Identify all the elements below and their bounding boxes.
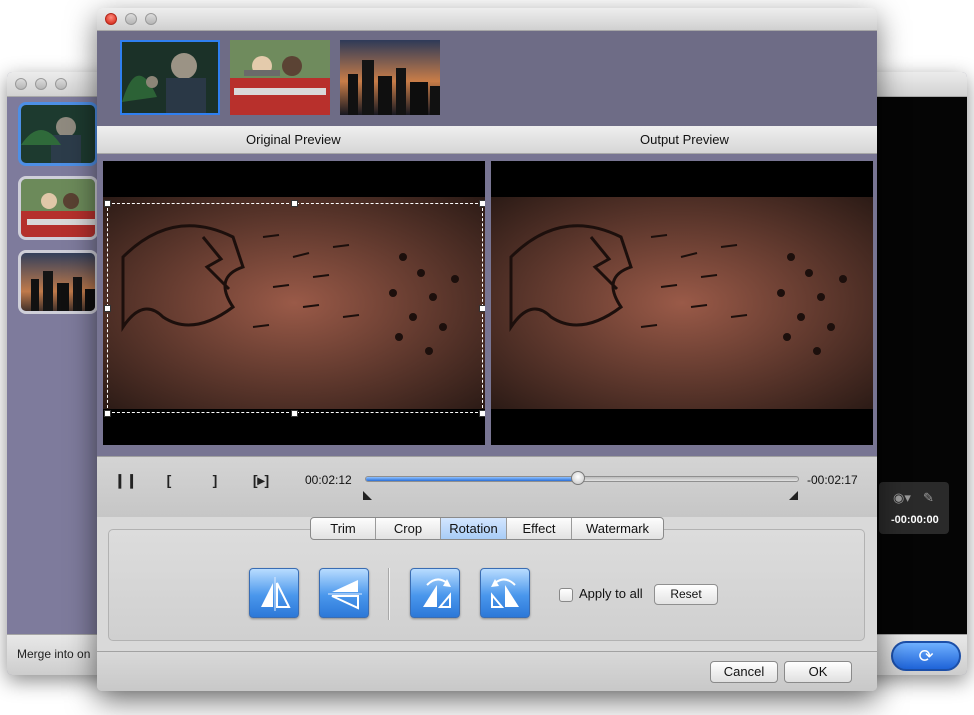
tab-crop[interactable]: Crop <box>376 518 441 539</box>
apply-to-all-label: Apply to all <box>579 586 643 601</box>
mark-out-icon[interactable]: ] <box>205 471 225 489</box>
video-thumbnail-image <box>21 105 95 163</box>
apply-to-all-checkbox[interactable] <box>559 588 573 602</box>
clip-thumbnail[interactable] <box>120 40 220 115</box>
close-icon[interactable] <box>105 13 117 25</box>
output-preview-label: Output Preview <box>640 132 729 147</box>
clip-thumbnail[interactable] <box>230 40 330 115</box>
convert-button[interactable]: ⟳ <box>891 641 961 671</box>
video-thumbnail-image <box>21 179 95 237</box>
progress-knob[interactable] <box>570 471 585 485</box>
tab-watermark[interactable]: Watermark <box>572 518 663 539</box>
crop-handle[interactable] <box>479 305 485 312</box>
video-thumbnail-image <box>230 40 330 115</box>
edit-dialog: Original Preview Output Preview ❙❙ [] [… <box>97 8 877 691</box>
close-icon[interactable] <box>15 78 27 90</box>
crop-handle[interactable] <box>104 200 111 207</box>
video-thumbnail-image <box>21 253 95 311</box>
crop-rectangle[interactable] <box>107 203 483 413</box>
trim-start-marker[interactable] <box>363 491 372 500</box>
minimize-icon[interactable] <box>35 78 47 90</box>
mark-in-icon[interactable]: [ <box>159 471 179 489</box>
preview-header-row: Original Preview Output Preview <box>97 126 877 154</box>
dialog-footer: Cancel OK <box>97 651 877 691</box>
dialog-title-bar <box>97 8 877 31</box>
merge-label: Merge into on <box>17 647 91 661</box>
progress-fill <box>366 477 578 481</box>
cancel-button[interactable]: Cancel <box>710 661 778 683</box>
rotate-counterclockwise-icon <box>491 578 519 608</box>
preview-area <box>97 154 877 456</box>
tab-rotation[interactable]: Rotation <box>441 518 507 539</box>
rotation-panel: Apply to all Reset <box>108 529 865 641</box>
edit-tabs: Trim Crop Rotation Effect Watermark <box>310 517 664 540</box>
crop-handle[interactable] <box>104 305 111 312</box>
crop-handle[interactable] <box>479 410 485 417</box>
convert-icon: ⟳ <box>918 646 934 666</box>
edit-icon[interactable]: ✎ <box>923 490 934 506</box>
crop-handle[interactable] <box>291 200 298 207</box>
video-thumbnail-image <box>340 40 440 115</box>
playback-controls: ❙❙ [ ] [▸] 00:02:12 -00:02:17 <box>97 456 877 517</box>
preview-time: -00:00:00 <box>891 514 939 526</box>
ok-button[interactable]: OK <box>784 661 852 683</box>
remaining-time: -00:02:17 <box>807 473 858 487</box>
video-thumbnail-image <box>122 42 218 113</box>
video-frame <box>491 197 873 409</box>
flip-horizontal-button[interactable] <box>249 568 299 618</box>
file-list-sidebar <box>7 97 99 637</box>
file-thumbnail[interactable] <box>18 102 98 166</box>
rotate-clockwise-button[interactable] <box>410 568 460 618</box>
flip-vertical-icon <box>328 580 362 610</box>
file-thumbnail[interactable] <box>18 250 98 314</box>
output-preview-pane <box>491 161 873 445</box>
pause-icon[interactable]: ❙❙ <box>114 471 137 489</box>
trim-end-marker[interactable] <box>789 491 798 500</box>
reset-button[interactable]: Reset <box>654 584 718 605</box>
minimize-icon[interactable] <box>125 13 137 25</box>
flip-vertical-button[interactable] <box>319 568 369 618</box>
crop-handle[interactable] <box>479 200 485 207</box>
rotate-counterclockwise-button[interactable] <box>480 568 530 618</box>
current-time: 00:02:12 <box>305 473 352 487</box>
crop-handle[interactable] <box>291 410 298 417</box>
original-preview-pane <box>103 161 485 445</box>
clip-thumbnail[interactable] <box>340 40 440 115</box>
clip-strip <box>97 31 877 126</box>
crop-handle[interactable] <box>104 410 111 417</box>
flip-horizontal-icon <box>261 577 291 611</box>
zoom-icon[interactable] <box>55 78 67 90</box>
tab-trim[interactable]: Trim <box>311 518 376 539</box>
zoom-icon[interactable] <box>145 13 157 25</box>
progress-slider[interactable] <box>365 471 799 485</box>
camera-icon[interactable]: ◉▾ <box>893 490 911 506</box>
original-preview-label: Original Preview <box>246 132 341 147</box>
panel-divider <box>388 568 389 620</box>
file-thumbnail[interactable] <box>18 176 98 240</box>
background-preview-controls: ◉▾ ✎ -00:00:00 <box>879 482 949 534</box>
tab-effect[interactable]: Effect <box>507 518 572 539</box>
background-preview <box>875 97 967 637</box>
rotate-clockwise-icon <box>423 578 451 608</box>
next-frame-icon[interactable]: [▸] <box>251 471 271 489</box>
